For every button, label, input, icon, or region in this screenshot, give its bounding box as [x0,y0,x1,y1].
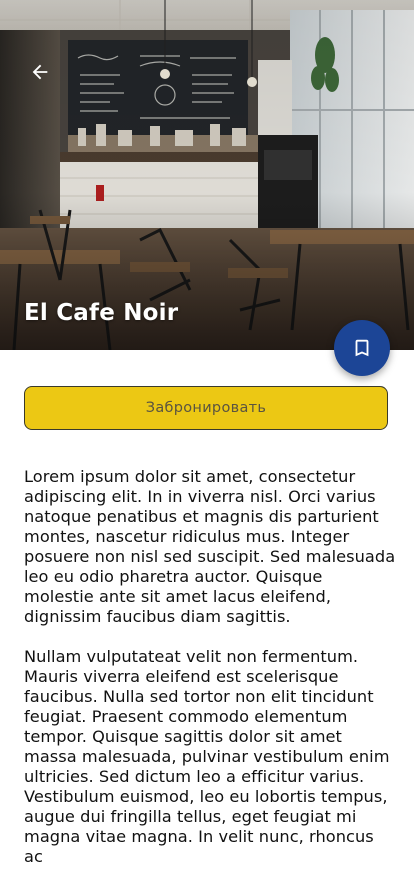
book-button[interactable]: Забронировать [24,386,388,430]
hero-image: El Cafe Noir [0,0,414,350]
book-button-label: Забронировать [145,400,267,416]
back-button[interactable] [22,54,58,90]
description-paragraph: Lorem ipsum dolor sit amet, consectetur … [24,467,396,626]
hero-gradient-overlay [0,0,414,350]
bookmark-button[interactable] [334,320,390,376]
cafe-title: El Cafe Noir [24,300,179,326]
arrow-left-icon [32,64,48,80]
cafe-details-screen: El Cafe Noir Забронировать Lorem ipsum d… [0,0,414,896]
cafe-description: Lorem ipsum dolor sit amet, consectetur … [24,467,396,887]
description-paragraph: Nullam vulputateat velit non fermentum. … [24,647,390,866]
bookmark-icon [355,339,369,357]
